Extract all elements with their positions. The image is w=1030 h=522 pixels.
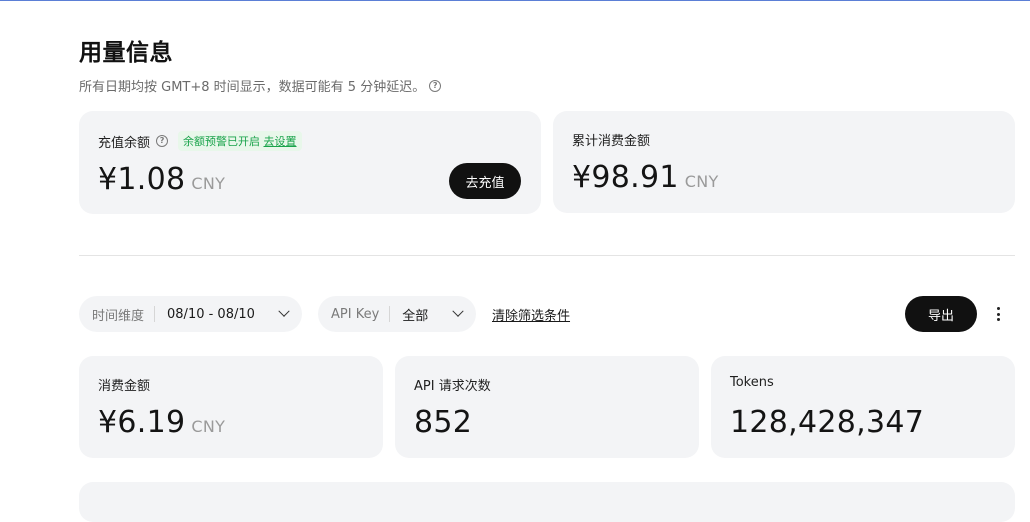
page-title: 用量信息 <box>79 40 173 66</box>
balance-amount: ¥1.08 CNY <box>98 162 225 197</box>
balance-label-row: 充值余额 ? 余额预警已开启 去设置 <box>98 131 302 151</box>
stat-value: 128,428,347 <box>730 405 925 440</box>
stat-value: ¥6.19 CNY <box>98 405 225 440</box>
stat-label: Tokens <box>730 375 774 390</box>
chevron-down-icon <box>452 305 464 317</box>
balance-currency: CNY <box>191 174 226 193</box>
balance-alert-text: 余额预警已开启 <box>183 135 261 148</box>
time-range-label: 时间维度 <box>92 308 145 324</box>
api-key-label: API Key <box>331 306 380 322</box>
stat-value-number: ¥6.19 <box>98 405 186 440</box>
total-spend-amount: ¥98.91 CNY <box>572 160 719 195</box>
total-spend-card: 累计消费金额 ¥98.91 CNY <box>553 111 1015 213</box>
stat-card-tokens: Tokens 128,428,347 <box>711 356 1015 458</box>
top-border-line <box>0 0 1030 1</box>
stat-card-api-requests: API 请求次数 852 <box>395 356 699 458</box>
help-icon[interactable]: ? <box>429 79 442 92</box>
stat-value: 852 <box>414 405 473 440</box>
export-button[interactable]: 导出 <box>905 296 977 332</box>
stat-currency: CNY <box>191 417 226 436</box>
more-options-icon[interactable] <box>990 305 1006 323</box>
balance-label: 充值余额 <box>98 135 151 151</box>
api-key-filter[interactable]: API Key 全部 <box>318 296 476 332</box>
help-icon[interactable]: ? <box>156 135 169 147</box>
balance-alert-settings-link[interactable]: 去设置 <box>264 135 297 148</box>
total-spend-label: 累计消费金额 <box>572 134 651 149</box>
section-divider <box>79 255 1015 256</box>
time-range-value: 08/10 - 08/10 <box>167 306 255 322</box>
api-key-value: 全部 <box>402 308 429 324</box>
balance-amount-value: ¥1.08 <box>98 162 186 197</box>
balance-alert-badge: 余额预警已开启 去设置 <box>178 131 302 151</box>
chevron-down-icon <box>278 305 290 317</box>
total-spend-value: ¥98.91 <box>572 160 679 195</box>
stat-label: API 请求次数 <box>414 379 491 394</box>
stat-label: 消费金额 <box>98 379 151 394</box>
clear-filters-link[interactable]: 清除筛选条件 <box>492 305 570 324</box>
balance-card: 充值余额 ? 余额预警已开启 去设置 ¥1.08 CNY 去充值 <box>79 111 541 214</box>
stat-card-spend: 消费金额 ¥6.19 CNY <box>79 356 383 458</box>
timezone-note-text: 所有日期均按 GMT+8 时间显示，数据可能有 5 分钟延迟。 <box>79 80 426 95</box>
timezone-note: 所有日期均按 GMT+8 时间显示，数据可能有 5 分钟延迟。 ? <box>79 76 442 95</box>
time-range-filter[interactable]: 时间维度 08/10 - 08/10 <box>79 296 302 332</box>
recharge-button[interactable]: 去充值 <box>449 163 521 199</box>
total-spend-currency: CNY <box>684 172 719 191</box>
usage-details-card <box>79 482 1015 522</box>
